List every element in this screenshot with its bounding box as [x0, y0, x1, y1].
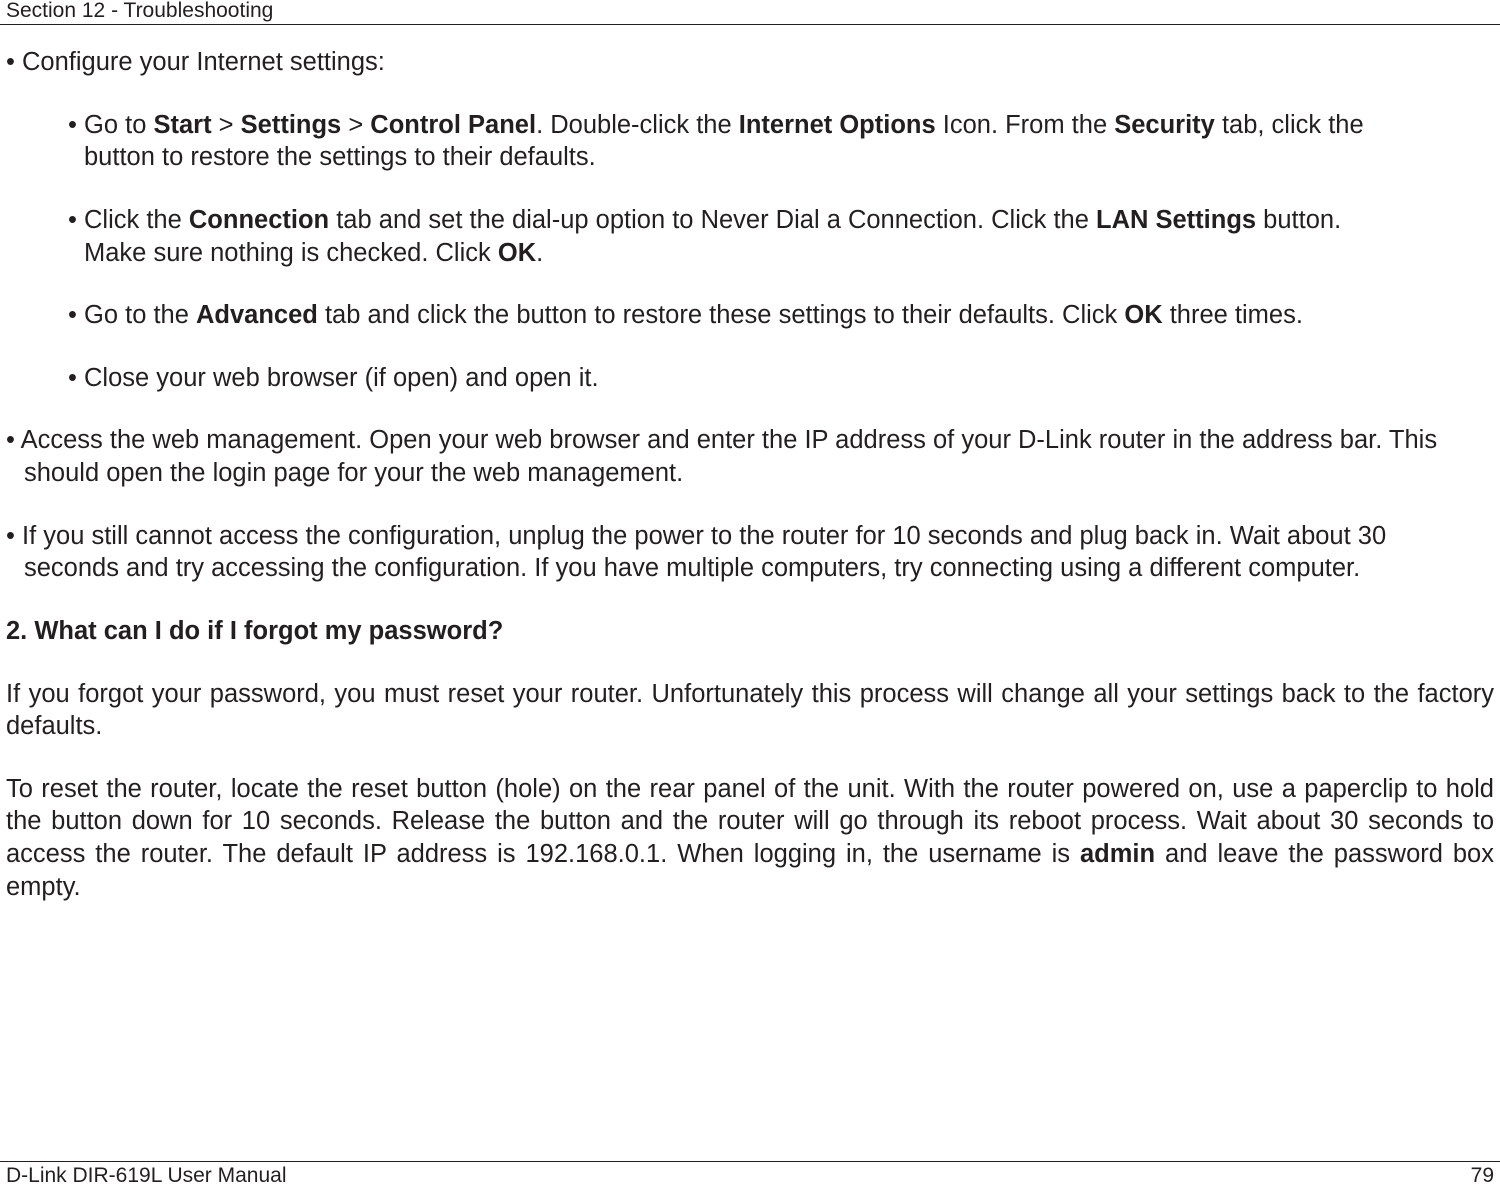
- text: tab and set the dial-up option to Never …: [329, 206, 1096, 234]
- bullet-level2-cont: button to restore the settings to their …: [6, 141, 1494, 174]
- bullet-level2: • Click the Connection tab and set the d…: [6, 204, 1494, 237]
- bold: admin: [1080, 840, 1155, 868]
- text: >: [341, 111, 370, 139]
- bullet-level1-cont: seconds and try accessing the configurat…: [6, 552, 1494, 585]
- text: Make sure nothing is checked. Click: [84, 239, 498, 267]
- header-rule: [0, 24, 1500, 25]
- bold: Settings: [241, 111, 342, 139]
- bullet-level1: • If you still cannot access the configu…: [6, 520, 1494, 553]
- text: .: [536, 239, 543, 267]
- bullet-level2-cont: Make sure nothing is checked. Click OK.: [6, 237, 1494, 270]
- bullet-level2: • Close your web browser (if open) and o…: [6, 362, 1494, 395]
- text: Icon. From the: [936, 111, 1115, 139]
- bold: OK: [498, 239, 536, 267]
- footer-rule: [0, 1161, 1500, 1162]
- bullet-level1: • Access the web management. Open your w…: [6, 424, 1494, 457]
- text: tab and click the button to restore thes…: [318, 301, 1125, 329]
- text: . Double-click the: [536, 111, 739, 139]
- bold: Control Panel: [370, 111, 536, 139]
- bold: Internet Options: [739, 111, 936, 139]
- bold: Advanced: [196, 301, 318, 329]
- text: • Click the: [68, 206, 189, 234]
- bold: OK: [1124, 301, 1162, 329]
- paragraph: To reset the router, locate the reset bu…: [6, 773, 1494, 904]
- section-header: Section 12 - Troubleshooting: [6, 0, 273, 21]
- question-heading: 2. What can I do if I forgot my password…: [6, 615, 1494, 648]
- bullet-level1: • Configure your Internet settings:: [6, 46, 1494, 79]
- bold: Connection: [189, 206, 329, 234]
- footer-manual-name: D-Link DIR-619L User Manual: [6, 1163, 287, 1190]
- bold: LAN Settings: [1096, 206, 1256, 234]
- text: • Go to the: [68, 301, 196, 329]
- text: • Go to: [68, 111, 153, 139]
- bold: Security: [1114, 111, 1215, 139]
- bold: Start: [153, 111, 211, 139]
- text: >: [212, 111, 241, 139]
- bullet-level1-cont: should open the login page for your the …: [6, 457, 1494, 490]
- bullet-level2: • Go to Start > Settings > Control Panel…: [6, 109, 1494, 142]
- text: button.: [1256, 206, 1341, 234]
- paragraph: If you forgot your password, you must re…: [6, 678, 1494, 743]
- body-text: • Configure your Internet settings: • Go…: [0, 46, 1500, 1115]
- page-number: 79: [1471, 1163, 1494, 1190]
- bullet-level2: • Go to the Advanced tab and click the b…: [6, 299, 1494, 332]
- text: tab, click the: [1215, 111, 1364, 139]
- text: three times.: [1163, 301, 1303, 329]
- page: Section 12 - Troubleshooting • Configure…: [0, 0, 1500, 1193]
